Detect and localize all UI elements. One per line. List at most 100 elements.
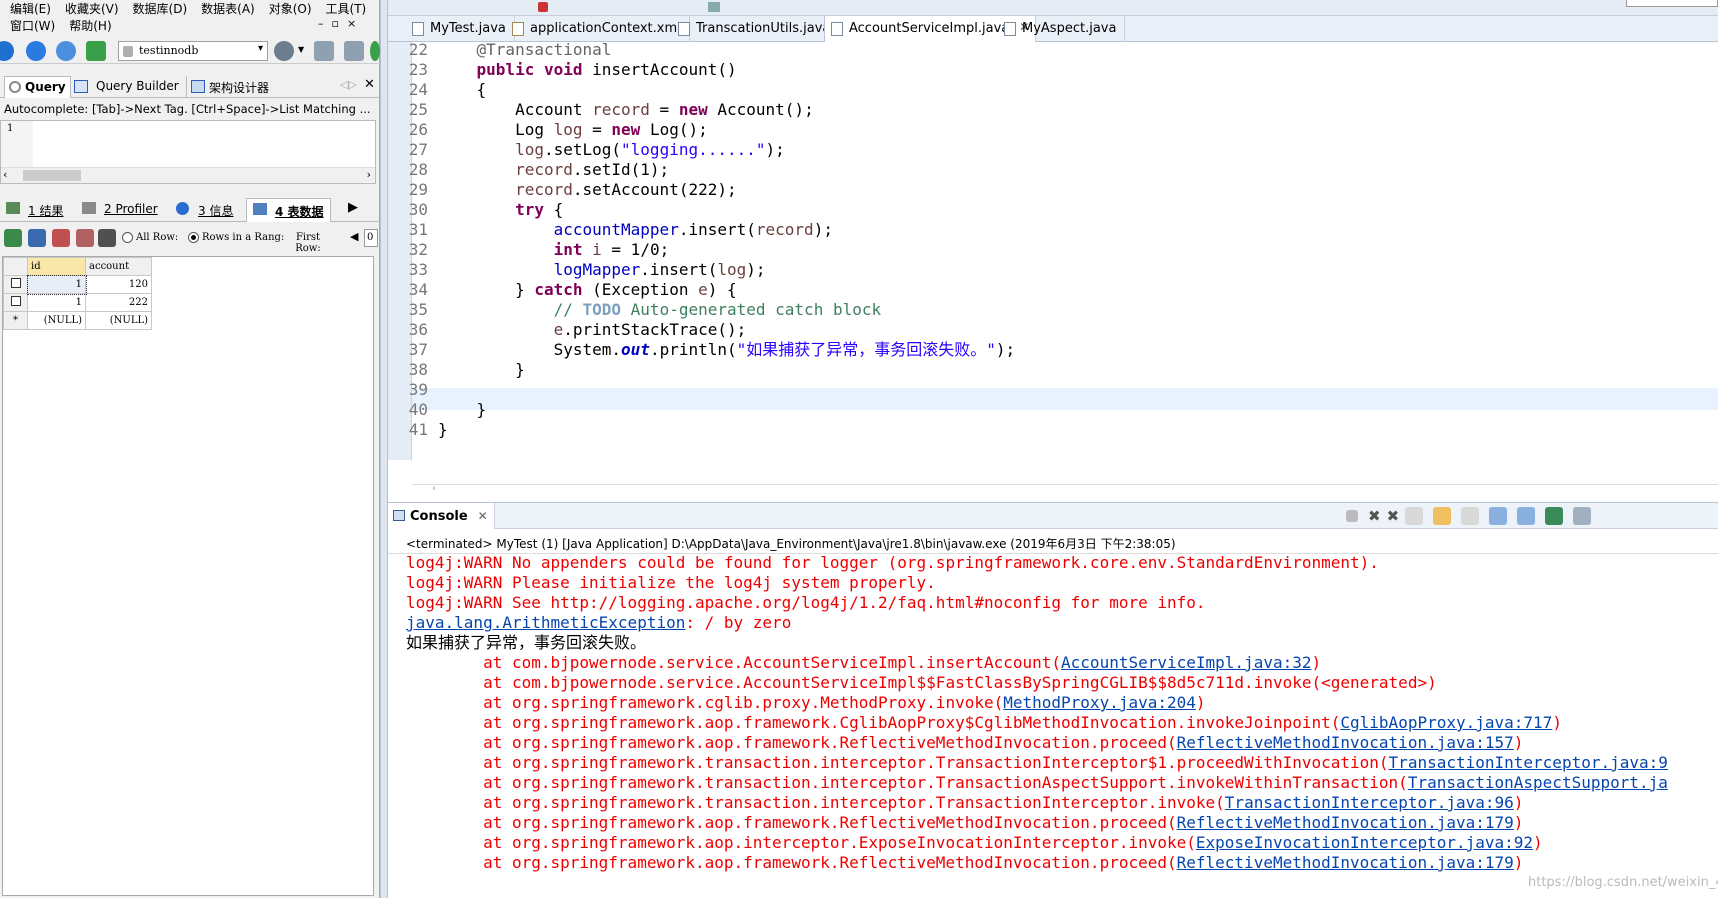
filter-icon[interactable] (98, 229, 116, 247)
code-text[interactable]: { (438, 80, 487, 100)
code-line[interactable]: 33 logMapper.insert(log); (390, 260, 1716, 280)
menu-tools[interactable]: 工具(T) (326, 0, 367, 17)
code-line[interactable]: 41} (390, 420, 1716, 440)
code-text[interactable]: } (438, 360, 525, 380)
code-text[interactable]: try { (438, 200, 563, 220)
code-line[interactable]: 29 record.setAccount(222); (390, 180, 1716, 200)
console-line[interactable]: at org.springframework.transaction.inter… (406, 793, 1718, 813)
code-line[interactable]: 34 } catch (Exception e) { (390, 280, 1716, 300)
code-text[interactable]: e.printStackTrace(); (438, 320, 747, 340)
console-line[interactable]: log4j:WARN No appenders could be found f… (406, 553, 1718, 573)
scroll-left-icon[interactable]: ‹ (3, 168, 7, 181)
sync-icon[interactable] (370, 41, 380, 61)
restore-icon[interactable] (344, 41, 364, 61)
editor-hscroll[interactable]: ‹ (412, 483, 1718, 498)
code-text[interactable]: Account record = new Account(); (438, 100, 814, 120)
code-editor[interactable]: 22 @Transactional 23 public void insertAc… (388, 40, 1718, 498)
console-line[interactable]: java.lang.ArithmeticException: / by zero (406, 613, 1718, 633)
code-text[interactable]: log.setLog("logging......"); (438, 140, 785, 160)
code-text[interactable]: int i = 1/0; (438, 240, 670, 260)
code-line[interactable]: 35 // TODO Auto-generated catch block (390, 300, 1716, 320)
row-selector[interactable] (3, 293, 28, 312)
code-text[interactable]: record.setId(1); (438, 160, 669, 180)
code-line[interactable]: 22 @Transactional (390, 40, 1716, 60)
table-row[interactable]: 1 120 (3, 274, 152, 295)
horizontal-scrollbar[interactable]: ‹ › (1, 167, 375, 183)
console-line[interactable]: 如果捕获了异常，事务回滚失败。 (406, 633, 1718, 653)
rows-range-radio[interactable] (188, 232, 199, 243)
console-line[interactable]: log4j:WARN See http://logging.apache.org… (406, 593, 1718, 613)
console-line[interactable]: at com.bjpowernode.service.AccountServic… (406, 653, 1718, 673)
table-row[interactable]: * (NULL) (NULL) (3, 311, 152, 330)
row-checkbox[interactable] (10, 296, 21, 306)
console-line[interactable]: at com.bjpowernode.service.AccountServic… (406, 673, 1718, 693)
console-line[interactable]: at org.springframework.aop.framework.Cgl… (406, 713, 1718, 733)
tab-info[interactable]: 3 信息 (174, 202, 233, 219)
code-line[interactable]: 36 e.printStackTrace(); (390, 320, 1716, 340)
code-text[interactable]: System.out.println("如果捕获了异常，事务回滚失败。"); (438, 340, 1016, 360)
row-selector[interactable]: * (3, 311, 28, 330)
tab-query[interactable]: Query (4, 76, 71, 98)
prev-page-icon[interactable]: ◀ (350, 230, 358, 243)
code-text[interactable]: } catch (Exception e) { (438, 280, 737, 300)
menu-window[interactable]: 窗口(W) (10, 17, 55, 34)
show-stderr-icon[interactable] (1517, 507, 1536, 525)
hscroll-left-icon[interactable]: ‹ (432, 483, 436, 494)
execute-icon[interactable] (0, 41, 14, 61)
code-line[interactable]: 25 Account record = new Account(); (390, 100, 1716, 120)
tab-schema-designer[interactable]: 架构设计器 (186, 76, 273, 98)
tab-next-icon[interactable]: ▶ (348, 200, 358, 215)
display-console-icon[interactable] (1573, 507, 1592, 525)
db-selector[interactable]: testinnodb ▾ (118, 41, 268, 61)
menu-help[interactable]: 帮助(H) (69, 17, 111, 34)
column-header-id[interactable]: id (27, 257, 86, 276)
code-content[interactable]: 22 @Transactional 23 public void insertAc… (390, 40, 1716, 440)
refresh-icon[interactable] (56, 41, 76, 61)
code-line[interactable]: 40 } (390, 400, 1716, 420)
menu-edit[interactable]: 编辑(E) (10, 0, 51, 17)
scroll-right-icon[interactable]: › (367, 168, 371, 181)
console-line[interactable]: at org.springframework.aop.framework.Ref… (406, 813, 1718, 833)
close-console-icon[interactable]: ✕ (478, 509, 488, 523)
remove-launch-icon[interactable]: ✖ (1368, 507, 1381, 525)
user-dropdown-icon[interactable]: ▼ (298, 45, 304, 54)
tab-query-builder[interactable]: Query Builder (70, 76, 183, 98)
sql-editor[interactable]: 1 ‹ › (0, 120, 376, 184)
delete-row-icon[interactable] (52, 229, 70, 247)
pane-splitter[interactable] (380, 0, 388, 898)
delete-all-icon[interactable] (76, 229, 94, 247)
tab-scroll-icon[interactable]: ◁▷ (340, 78, 357, 91)
column-header-account[interactable]: account (85, 257, 152, 276)
code-text[interactable]: logMapper.insert(log); (438, 260, 766, 280)
code-line[interactable]: 26 Log log = new Log(); (390, 120, 1716, 140)
code-text[interactable]: public void insertAccount() (438, 60, 737, 80)
code-line[interactable]: 37 System.out.println("如果捕获了异常，事务回滚失败。")… (390, 340, 1716, 360)
console-line[interactable]: log4j:WARN Please initialize the log4j s… (406, 573, 1718, 593)
scroll-lock-icon[interactable] (1433, 507, 1452, 525)
console-line[interactable]: at org.springframework.cglib.proxy.Metho… (406, 693, 1718, 713)
cell-id[interactable]: 1 (27, 293, 86, 312)
cell-account[interactable]: (NULL) (85, 311, 152, 330)
console-line[interactable]: at org.springframework.transaction.inter… (406, 753, 1718, 773)
code-line[interactable]: 28 record.setId(1); (390, 160, 1716, 180)
code-line[interactable]: 27 log.setLog("logging......"); (390, 140, 1716, 160)
clear-console-icon[interactable] (1405, 507, 1424, 525)
word-wrap-icon[interactable] (1461, 507, 1480, 525)
table-row[interactable]: 1 222 (3, 293, 152, 312)
code-line[interactable]: 24 { (390, 80, 1716, 100)
tab-my-aspect[interactable]: MyAspect.java (998, 16, 1126, 42)
console-tab[interactable]: Console ✕ (388, 503, 495, 529)
row-selector[interactable] (3, 275, 28, 294)
code-line[interactable]: 23 public void insertAccount() (390, 60, 1716, 80)
code-text[interactable]: Log log = new Log(); (438, 120, 708, 140)
window-controls[interactable]: –▫× (318, 17, 364, 30)
insert-row-icon[interactable] (4, 229, 22, 247)
console-line[interactable]: at org.springframework.aop.framework.Ref… (406, 733, 1718, 753)
quick-access-field[interactable] (1626, 0, 1718, 7)
row-checkbox[interactable] (10, 278, 21, 288)
all-rows-radio[interactable] (122, 232, 133, 243)
code-text[interactable]: // TODO Auto-generated catch block (438, 300, 882, 320)
code-line[interactable]: 39 (390, 380, 1716, 400)
tab-mytest[interactable]: MyTest.java (406, 16, 515, 42)
page-input[interactable]: 0 (364, 229, 378, 247)
